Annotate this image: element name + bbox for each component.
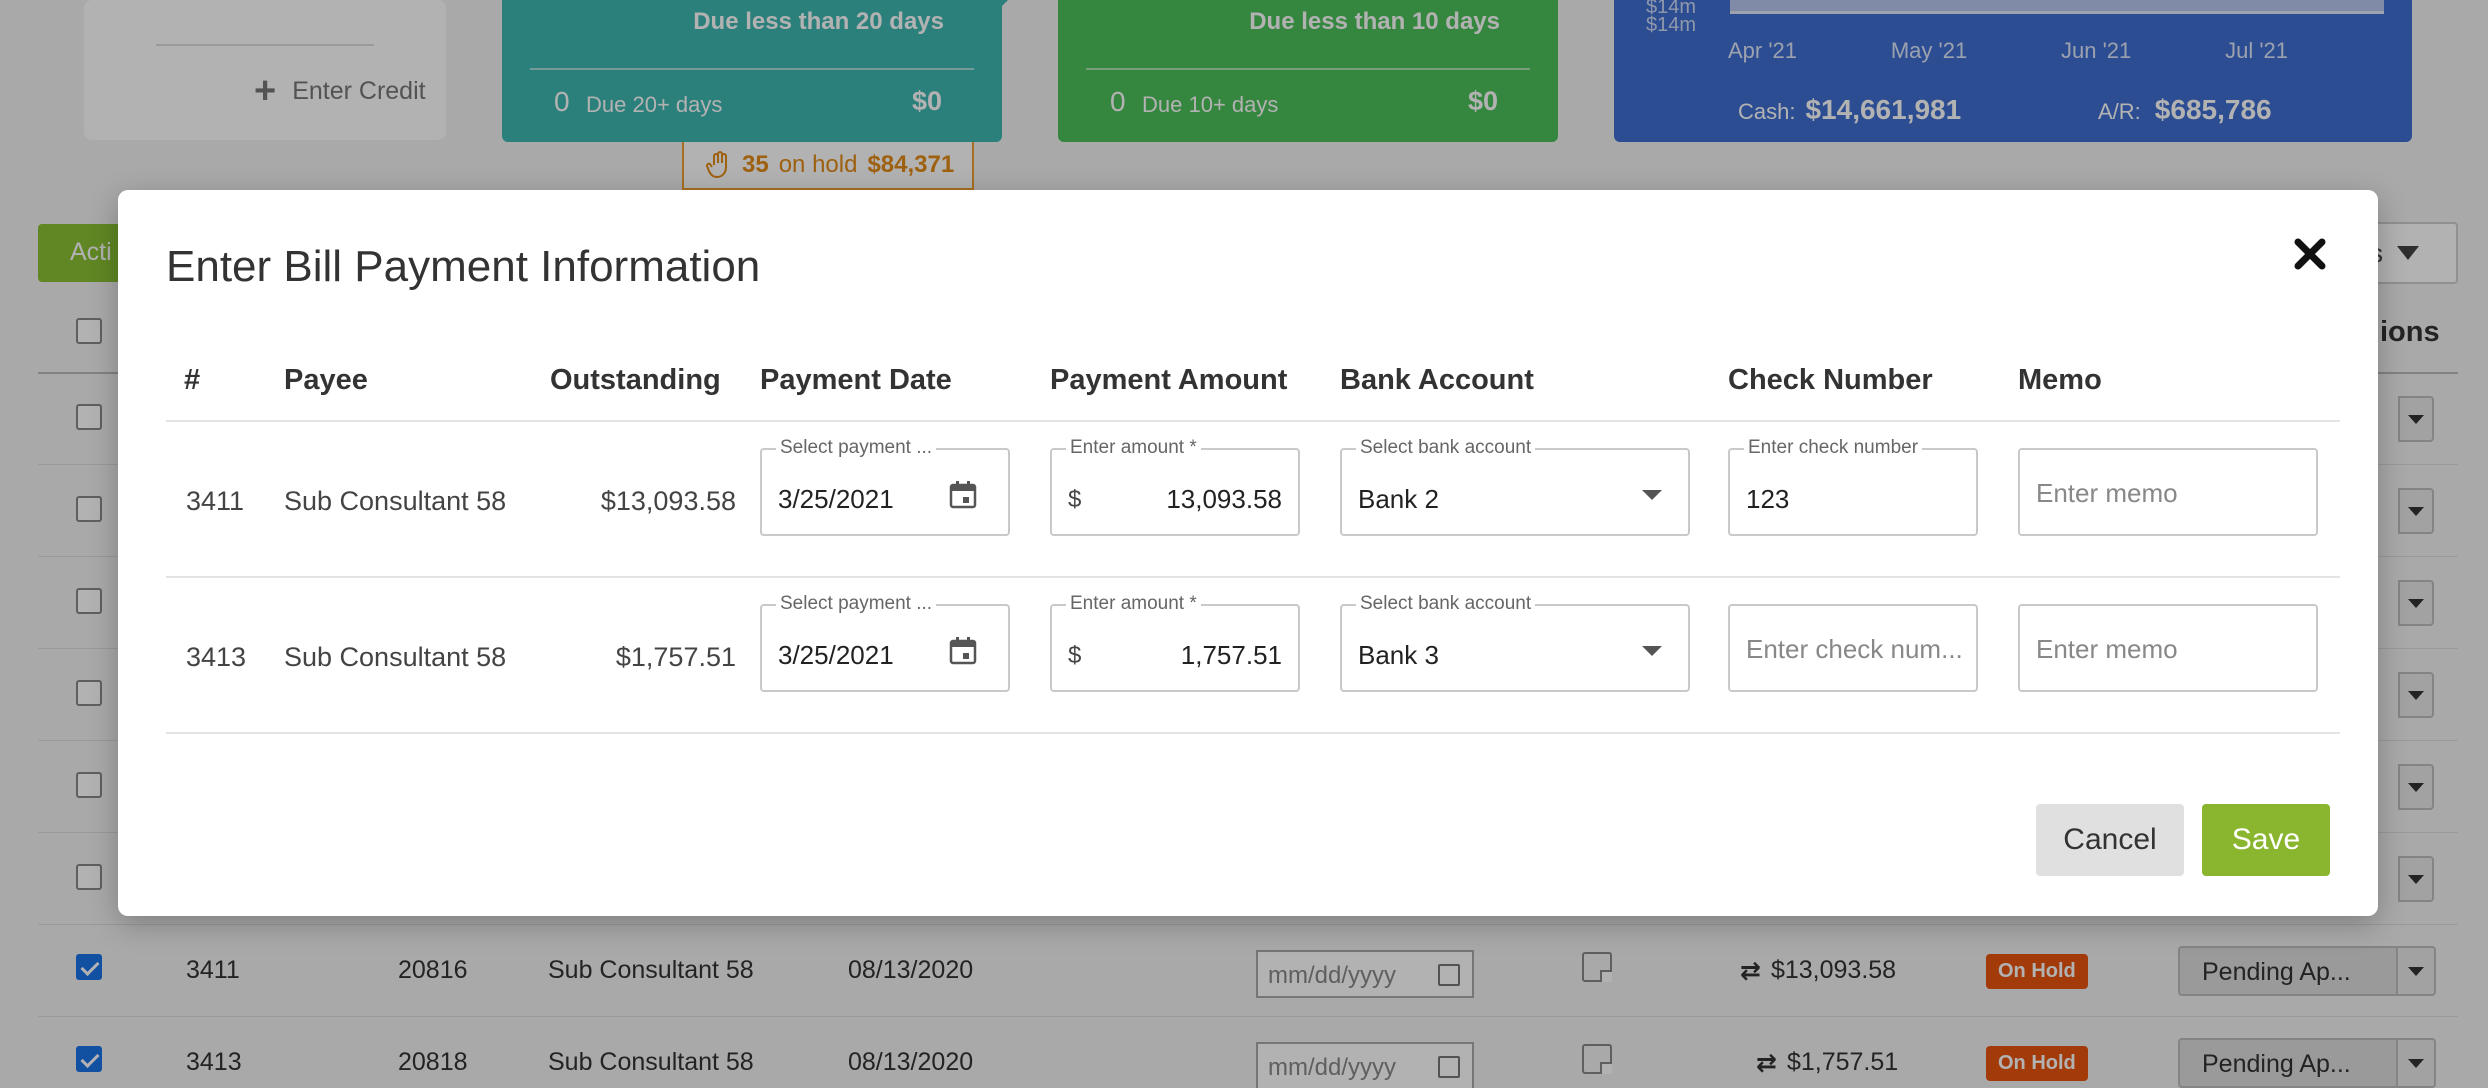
payee-name: Sub Consultant 58 bbox=[284, 642, 507, 672]
save-button[interactable]: Save bbox=[2202, 804, 2330, 876]
check-number-value: 123 bbox=[1746, 484, 1790, 514]
bill-id: 3411 bbox=[186, 486, 245, 516]
bank-account-value: Bank 3 bbox=[1358, 640, 1439, 670]
bank-account-select[interactable]: Select bank account Bank 2 bbox=[1340, 437, 1690, 536]
bill-payment-dialog: Enter Bill Payment Information # Payee O… bbox=[118, 190, 2378, 916]
payment-date-value: 3/25/2021 bbox=[778, 484, 894, 514]
payment-amount-field[interactable]: Enter amount * $ 13,093.58 bbox=[1050, 437, 1300, 536]
cancel-button[interactable]: Cancel bbox=[2036, 804, 2184, 876]
outstanding-amount: $13,093.58 bbox=[600, 486, 736, 516]
col-header-payee: Payee bbox=[284, 364, 368, 396]
bill-id: 3413 bbox=[186, 642, 247, 672]
payment-date-field[interactable]: Select payment ... 3/25/2021 bbox=[760, 437, 1010, 536]
chevron-down-icon bbox=[1642, 646, 1662, 656]
col-header-payment-amount: Payment Amount bbox=[1050, 364, 1288, 396]
outstanding-amount: $1,757.51 bbox=[615, 642, 736, 672]
table-header: # Payee Outstanding Payment Date Payment… bbox=[166, 338, 2340, 422]
memo-field[interactable]: Enter memo bbox=[2018, 448, 2318, 536]
check-number-field[interactable]: Enter check num... bbox=[1728, 604, 1978, 692]
col-header-payment-date: Payment Date bbox=[760, 364, 952, 396]
table-row: 3413 Sub Consultant 58 $1,757.51 Select … bbox=[166, 578, 2340, 734]
calendar-icon[interactable] bbox=[948, 480, 978, 510]
bank-account-value: Bank 2 bbox=[1358, 484, 1439, 514]
col-header-outstanding: Outstanding bbox=[550, 364, 721, 396]
field-label: Enter check number bbox=[1744, 437, 1923, 459]
col-header-number: # bbox=[184, 364, 201, 396]
field-label: Enter amount * bbox=[1066, 437, 1201, 459]
dialog-title: Enter Bill Payment Information bbox=[166, 242, 761, 291]
check-number-placeholder: Enter check num... bbox=[1746, 634, 1963, 664]
col-header-check-number: Check Number bbox=[1728, 364, 1933, 396]
payment-date-field[interactable]: Select payment ... 3/25/2021 bbox=[760, 593, 1010, 692]
field-label: Select bank account bbox=[1356, 437, 1536, 459]
currency-symbol: $ bbox=[1068, 486, 1082, 513]
check-number-field[interactable]: Enter check number 123 bbox=[1728, 437, 1978, 536]
payment-table: # Payee Outstanding Payment Date Payment… bbox=[166, 338, 2340, 734]
memo-field[interactable]: Enter memo bbox=[2018, 604, 2318, 692]
chevron-down-icon bbox=[1642, 490, 1662, 500]
payment-amount-field[interactable]: Enter amount * $ 1,757.51 bbox=[1050, 593, 1300, 692]
currency-symbol: $ bbox=[1068, 642, 1082, 669]
payment-amount-value: 13,093.58 bbox=[1166, 484, 1282, 514]
payment-date-value: 3/25/2021 bbox=[778, 640, 894, 670]
col-header-memo: Memo bbox=[2018, 364, 2102, 396]
close-icon bbox=[2294, 238, 2326, 270]
field-label: Select bank account bbox=[1356, 593, 1536, 615]
memo-placeholder: Enter memo bbox=[2036, 634, 2178, 664]
payment-amount-value: 1,757.51 bbox=[1180, 640, 1282, 670]
field-label: Select payment ... bbox=[776, 437, 937, 459]
field-label: Enter amount * bbox=[1066, 593, 1201, 615]
calendar-icon[interactable] bbox=[948, 636, 978, 666]
payee-name: Sub Consultant 58 bbox=[284, 486, 507, 516]
bank-account-select[interactable]: Select bank account Bank 3 bbox=[1340, 593, 1690, 692]
col-header-bank-account: Bank Account bbox=[1340, 364, 1534, 396]
close-button[interactable] bbox=[2290, 234, 2330, 274]
memo-placeholder: Enter memo bbox=[2036, 478, 2178, 508]
field-label: Select payment ... bbox=[776, 593, 937, 615]
table-row: 3411 Sub Consultant 58 $13,093.58 Select… bbox=[166, 422, 2340, 578]
